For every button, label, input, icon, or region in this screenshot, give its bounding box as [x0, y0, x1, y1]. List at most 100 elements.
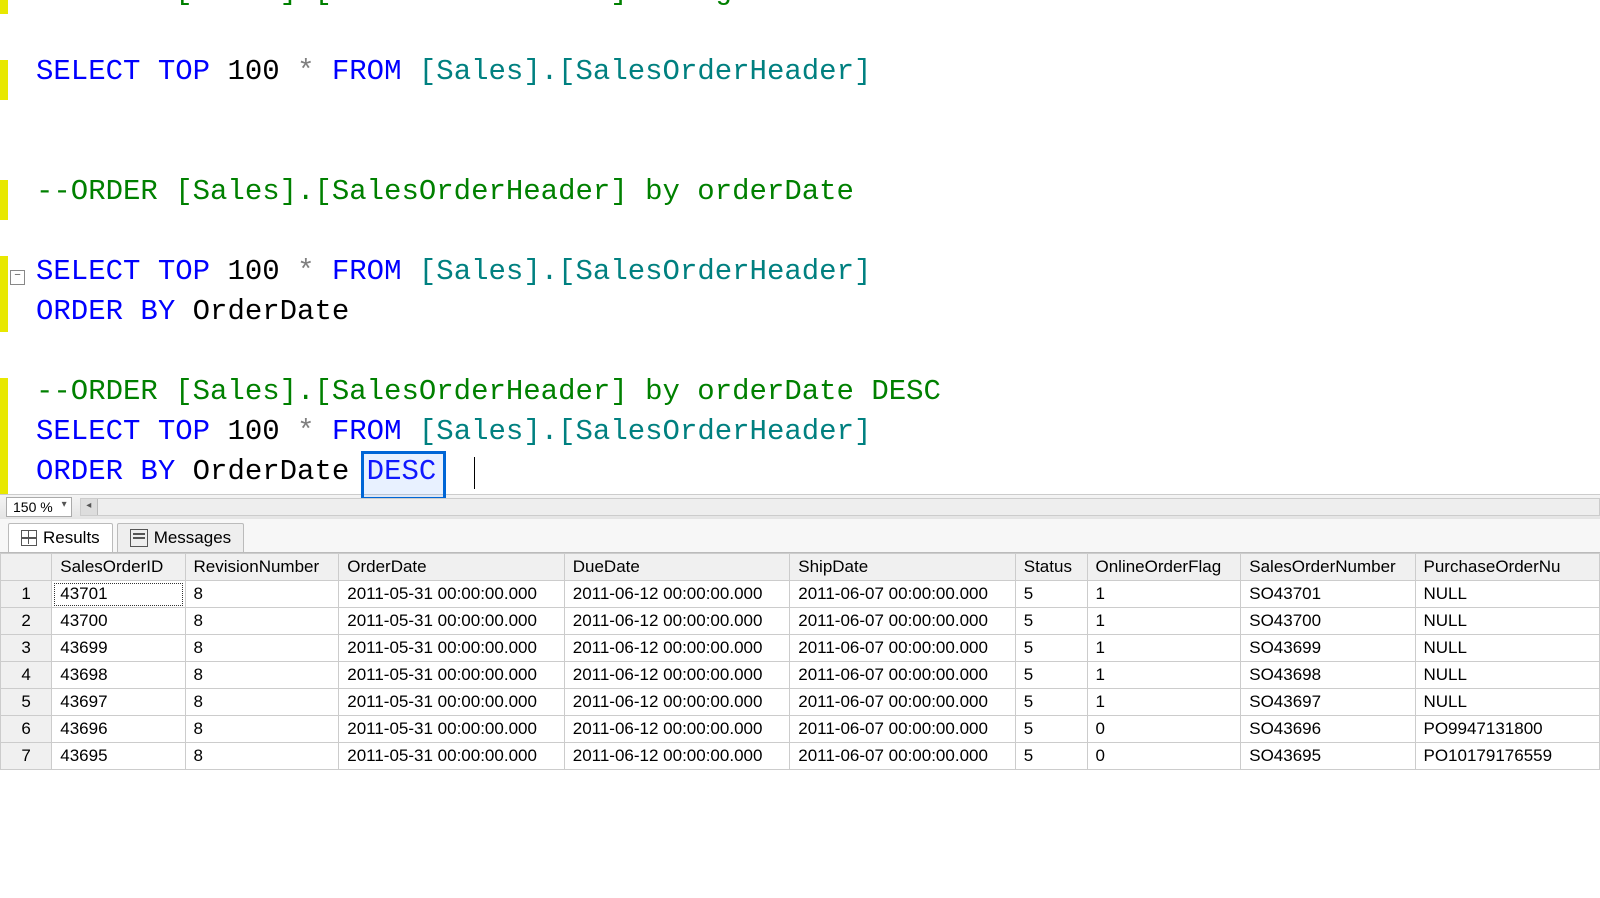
grid-cell[interactable]: 1: [1087, 689, 1241, 716]
column-header[interactable]: RevisionNumber: [185, 554, 339, 581]
grid-cell[interactable]: 2011-05-31 00:00:00.000: [339, 581, 565, 608]
grid-cell[interactable]: SO43697: [1241, 689, 1415, 716]
grid-cell[interactable]: 43699: [52, 635, 185, 662]
grid-cell[interactable]: NULL: [1415, 662, 1600, 689]
row-number[interactable]: 6: [1, 716, 52, 743]
messages-icon: [130, 529, 148, 547]
grid-cell[interactable]: 8: [185, 716, 339, 743]
grid-cell[interactable]: 5: [1015, 689, 1087, 716]
column-header[interactable]: ShipDate: [790, 554, 1016, 581]
grid-cell[interactable]: 8: [185, 635, 339, 662]
grid-cell[interactable]: 1: [1087, 635, 1241, 662]
row-number[interactable]: 3: [1, 635, 52, 662]
table-row[interactable]: 74369582011-05-31 00:00:00.0002011-06-12…: [1, 743, 1600, 770]
row-number[interactable]: 2: [1, 608, 52, 635]
grid-cell[interactable]: SO43695: [1241, 743, 1415, 770]
table-row[interactable]: 64369682011-05-31 00:00:00.0002011-06-12…: [1, 716, 1600, 743]
tab-messages[interactable]: Messages: [117, 523, 244, 552]
grid-cell[interactable]: NULL: [1415, 608, 1600, 635]
column-header[interactable]: SalesOrderID: [52, 554, 185, 581]
grid-cell[interactable]: 0: [1087, 716, 1241, 743]
results-tab-bar: Results Messages: [0, 519, 1600, 553]
grid-cell[interactable]: SO43696: [1241, 716, 1415, 743]
grid-cell[interactable]: 2011-06-07 00:00:00.000: [790, 689, 1016, 716]
grid-cell[interactable]: 5: [1015, 716, 1087, 743]
grid-cell[interactable]: 2011-05-31 00:00:00.000: [339, 608, 565, 635]
grid-cell[interactable]: 2011-06-12 00:00:00.000: [564, 689, 790, 716]
grid-cell[interactable]: PO9947131800: [1415, 716, 1600, 743]
grid-cell[interactable]: 2011-06-07 00:00:00.000: [790, 608, 1016, 635]
tab-results-label: Results: [43, 528, 100, 548]
table-row[interactable]: 34369982011-05-31 00:00:00.0002011-06-12…: [1, 635, 1600, 662]
row-number[interactable]: 4: [1, 662, 52, 689]
grid-cell[interactable]: 2011-06-12 00:00:00.000: [564, 716, 790, 743]
grid-cell[interactable]: 5: [1015, 581, 1087, 608]
results-grid[interactable]: SalesOrderIDRevisionNumberOrderDateDueDa…: [0, 553, 1600, 770]
grid-cell[interactable]: 2011-06-07 00:00:00.000: [790, 581, 1016, 608]
horizontal-scrollbar[interactable]: ◂: [80, 498, 1600, 516]
grid-cell[interactable]: 0: [1087, 743, 1241, 770]
zoom-select[interactable]: 150 %: [6, 497, 72, 517]
grid-cell[interactable]: 8: [185, 581, 339, 608]
grid-cell[interactable]: 2011-06-07 00:00:00.000: [790, 716, 1016, 743]
row-number[interactable]: 1: [1, 581, 52, 608]
grid-cell[interactable]: 2011-05-31 00:00:00.000: [339, 689, 565, 716]
grid-cell[interactable]: 2011-05-31 00:00:00.000: [339, 635, 565, 662]
grid-cell[interactable]: 2011-06-07 00:00:00.000: [790, 662, 1016, 689]
grid-cell[interactable]: 5: [1015, 662, 1087, 689]
grid-cell[interactable]: 2011-05-31 00:00:00.000: [339, 662, 565, 689]
column-header[interactable]: PurchaseOrderNu: [1415, 554, 1600, 581]
grid-cell[interactable]: 1: [1087, 608, 1241, 635]
column-header[interactable]: OrderDate: [339, 554, 565, 581]
grid-cell[interactable]: NULL: [1415, 689, 1600, 716]
grid-cell[interactable]: 5: [1015, 608, 1087, 635]
grid-cell[interactable]: 2011-06-07 00:00:00.000: [790, 635, 1016, 662]
grid-corner[interactable]: [1, 554, 52, 581]
results-pane[interactable]: SalesOrderIDRevisionNumberOrderDateDueDa…: [0, 553, 1600, 770]
grid-cell[interactable]: 43701: [52, 581, 185, 608]
row-number[interactable]: 7: [1, 743, 52, 770]
tab-results[interactable]: Results: [8, 523, 113, 552]
grid-cell[interactable]: 8: [185, 608, 339, 635]
table-row[interactable]: 54369782011-05-31 00:00:00.0002011-06-12…: [1, 689, 1600, 716]
grid-cell[interactable]: 8: [185, 689, 339, 716]
table-row[interactable]: 44369882011-05-31 00:00:00.0002011-06-12…: [1, 662, 1600, 689]
column-header[interactable]: SalesOrderNumber: [1241, 554, 1415, 581]
grid-cell[interactable]: 43700: [52, 608, 185, 635]
grid-cell[interactable]: 43698: [52, 662, 185, 689]
grid-cell[interactable]: 2011-05-31 00:00:00.000: [339, 743, 565, 770]
grid-cell[interactable]: 43695: [52, 743, 185, 770]
grid-cell[interactable]: 2011-06-07 00:00:00.000: [790, 743, 1016, 770]
grid-cell[interactable]: 2011-06-12 00:00:00.000: [564, 743, 790, 770]
table-row[interactable]: 24370082011-05-31 00:00:00.0002011-06-12…: [1, 608, 1600, 635]
table-row[interactable]: 14370182011-05-31 00:00:00.0002011-06-12…: [1, 581, 1600, 608]
fold-toggle[interactable]: −: [10, 270, 25, 285]
grid-cell[interactable]: 5: [1015, 743, 1087, 770]
grid-cell[interactable]: 2011-06-12 00:00:00.000: [564, 608, 790, 635]
grid-cell[interactable]: 2011-06-12 00:00:00.000: [564, 581, 790, 608]
grid-cell[interactable]: 2011-06-12 00:00:00.000: [564, 662, 790, 689]
grid-cell[interactable]: SO43699: [1241, 635, 1415, 662]
grid-cell[interactable]: 8: [185, 662, 339, 689]
row-number[interactable]: 5: [1, 689, 52, 716]
grid-cell[interactable]: 1: [1087, 662, 1241, 689]
grid-cell[interactable]: 5: [1015, 635, 1087, 662]
grid-cell[interactable]: SO43700: [1241, 608, 1415, 635]
column-header[interactable]: Status: [1015, 554, 1087, 581]
grid-cell[interactable]: 1: [1087, 581, 1241, 608]
grid-cell[interactable]: PO10179176559: [1415, 743, 1600, 770]
column-header[interactable]: OnlineOrderFlag: [1087, 554, 1241, 581]
grid-cell[interactable]: 43697: [52, 689, 185, 716]
column-header[interactable]: DueDate: [564, 554, 790, 581]
grid-icon: [21, 530, 37, 546]
grid-cell[interactable]: 2011-06-12 00:00:00.000: [564, 635, 790, 662]
tab-messages-label: Messages: [154, 528, 231, 548]
sql-editor[interactable]: − check [Sales].[SalesOrderHeader] using…: [0, 0, 1600, 494]
grid-cell[interactable]: 2011-05-31 00:00:00.000: [339, 716, 565, 743]
grid-cell[interactable]: SO43698: [1241, 662, 1415, 689]
grid-cell[interactable]: 8: [185, 743, 339, 770]
grid-cell[interactable]: SO43701: [1241, 581, 1415, 608]
grid-cell[interactable]: NULL: [1415, 581, 1600, 608]
grid-cell[interactable]: NULL: [1415, 635, 1600, 662]
grid-cell[interactable]: 43696: [52, 716, 185, 743]
